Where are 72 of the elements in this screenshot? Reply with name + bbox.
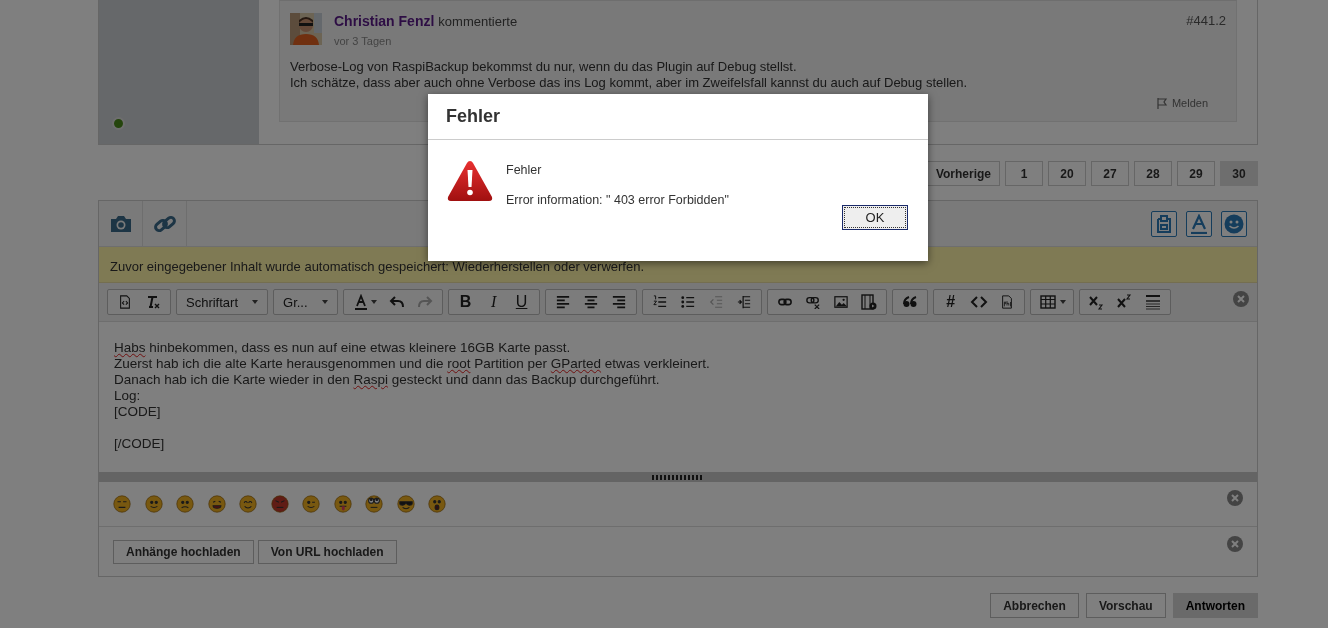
code-icon xyxy=(969,294,988,310)
image-icon xyxy=(832,295,849,309)
clipboard-button[interactable] xyxy=(1151,210,1177,237)
unlink-icon xyxy=(804,295,821,309)
page-button[interactable]: 29 xyxy=(1177,161,1215,186)
align-right-icon xyxy=(611,295,626,309)
action-button[interactable]: Vorschau xyxy=(1085,593,1166,618)
report-link[interactable]: Melden xyxy=(1171,97,1208,109)
page-button[interactable]: 27 xyxy=(1091,161,1129,186)
post-number[interactable]: #441.2 xyxy=(1186,13,1226,47)
align-center-icon xyxy=(583,295,598,309)
subscript-icon xyxy=(1088,294,1105,310)
table-icon xyxy=(1037,294,1058,310)
page-button[interactable]: Vorherige xyxy=(926,161,1000,186)
smiley-icon[interactable] xyxy=(144,495,163,513)
ok-button[interactable]: OK xyxy=(842,205,908,230)
smiley-icon[interactable] xyxy=(302,495,320,513)
close-icon[interactable] xyxy=(1233,291,1249,307)
numbered-list-icon xyxy=(652,295,667,309)
smiley-icon[interactable] xyxy=(365,495,383,513)
film-icon xyxy=(860,294,877,310)
format-button[interactable]: U xyxy=(507,290,536,314)
smiley-button[interactable] xyxy=(1221,210,1247,237)
smiley-icon[interactable] xyxy=(113,495,131,513)
smiley-icon[interactable] xyxy=(270,495,289,513)
smiley-icon[interactable] xyxy=(239,495,257,513)
smiley-icon[interactable] xyxy=(207,495,226,513)
action-label: kommentierte xyxy=(438,14,518,29)
format-button[interactable]: B xyxy=(451,290,480,314)
redo-icon xyxy=(416,294,433,310)
action-button[interactable]: Antworten xyxy=(1172,593,1258,618)
smiley-icon xyxy=(1224,213,1244,234)
close-icon[interactable] xyxy=(1227,536,1243,552)
clipboard-icon xyxy=(1157,214,1171,233)
php-file-icon xyxy=(999,294,1014,310)
smiley-icon[interactable] xyxy=(428,495,446,513)
upload-button[interactable]: Anhänge hochladen xyxy=(113,539,254,564)
horizontal-rule-icon xyxy=(1144,294,1161,310)
indent-icon xyxy=(736,295,751,309)
undo-icon xyxy=(388,294,405,310)
format-button[interactable]: I xyxy=(479,290,508,314)
outdent-icon xyxy=(708,295,723,309)
smiley-icon[interactable] xyxy=(333,495,352,513)
warning-icon xyxy=(447,160,493,202)
quote-icon xyxy=(900,294,919,310)
smiley-icon[interactable] xyxy=(396,495,415,513)
align-left-icon xyxy=(555,295,570,309)
camera-icon xyxy=(108,214,133,233)
bullet-list-icon xyxy=(680,295,695,309)
dialog-title: Fehler xyxy=(446,106,501,127)
error-message: Error information: " 403 error Forbidden" xyxy=(506,193,730,207)
underlined-letter-icon xyxy=(1190,213,1208,234)
author-name[interactable]: Christian Fenzl xyxy=(334,13,435,29)
superscript-icon xyxy=(1116,294,1133,310)
page-button[interactable]: 20 xyxy=(1048,161,1086,186)
page-button[interactable]: 1 xyxy=(1005,161,1043,186)
font-dropdown[interactable]: Gr... xyxy=(277,290,334,314)
flag-icon xyxy=(1155,97,1168,109)
source-icon xyxy=(118,294,132,310)
page-button[interactable]: 28 xyxy=(1134,161,1172,186)
page-button[interactable]: 30 xyxy=(1220,161,1258,186)
action-button[interactable]: Abbrechen xyxy=(990,593,1079,618)
font-color-icon xyxy=(352,294,369,310)
clear-format-icon xyxy=(145,294,161,310)
error-heading: Fehler xyxy=(506,163,543,177)
upload-button[interactable]: Von URL hochladen xyxy=(257,539,397,564)
font-dropdown[interactable]: Schriftart xyxy=(180,290,264,314)
format-button[interactable]: # xyxy=(936,290,965,314)
smiley-icon[interactable] xyxy=(176,495,194,513)
close-icon[interactable] xyxy=(1227,490,1243,506)
font-style-button[interactable] xyxy=(1186,210,1212,237)
comment-text: Verbose-Log von RaspiBackup bekommst du nur, wenn du das Plugin auf Debug stellst. Ich schätze, dass aber auch ohne Verbose das ins Log kommt, aber im Zweifelsfall kannst du auch auf Debug stellen. xyxy=(290,59,969,91)
